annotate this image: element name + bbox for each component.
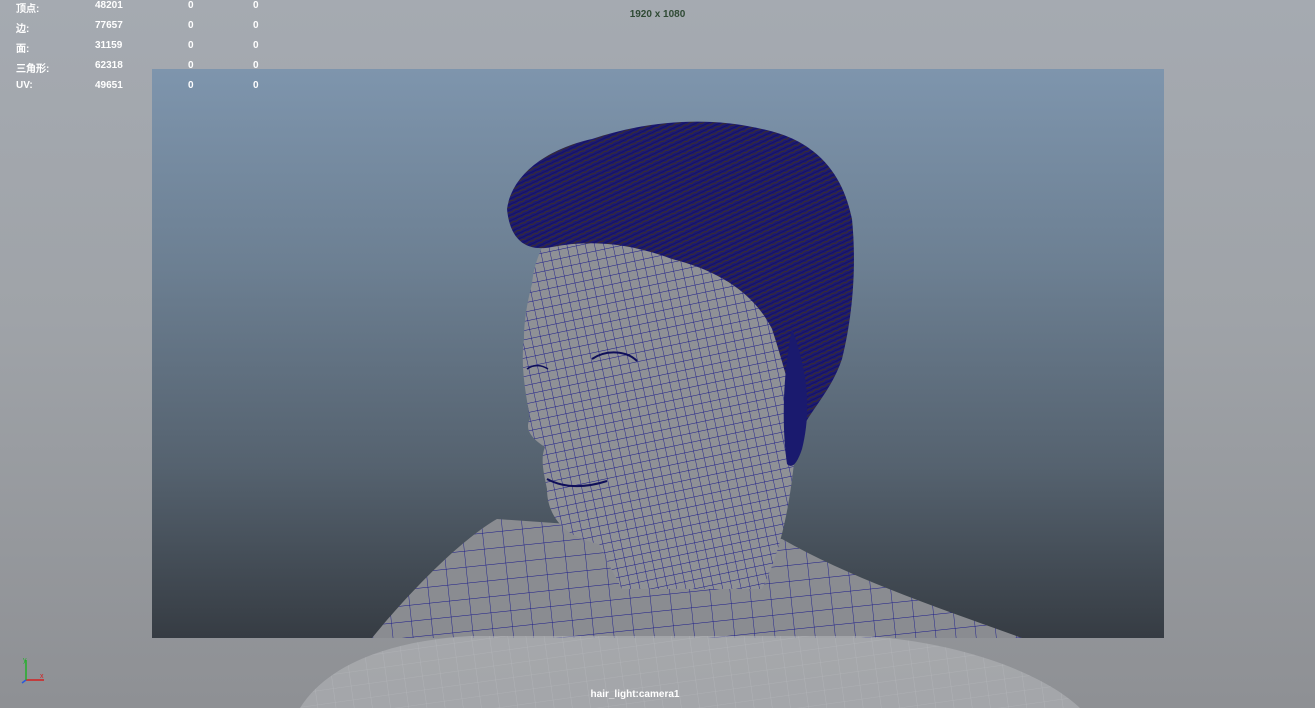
- poly-count-value: 0: [188, 0, 194, 11]
- poly-count-label: 边:: [16, 24, 30, 35]
- poly-count-value: 0: [188, 40, 194, 51]
- poly-count-value: 77657: [95, 20, 123, 31]
- poly-count-label: 三角形:: [16, 64, 50, 75]
- camera-name-label: hair_light:camera1: [590, 689, 680, 700]
- poly-count-label: 面:: [16, 44, 30, 55]
- poly-count-value: 62318: [95, 60, 123, 71]
- poly-count-value: 48201: [95, 0, 123, 11]
- poly-count-value: 0: [253, 80, 259, 91]
- poly-count-label: 顶点:: [16, 4, 40, 15]
- poly-count-value: 31159: [95, 40, 123, 51]
- poly-count-value: 0: [253, 40, 259, 51]
- poly-count-value: 0: [188, 80, 194, 91]
- mesh-outside-gate: [300, 636, 1080, 708]
- poly-count-value: 0: [253, 60, 259, 71]
- poly-count-value: 0: [253, 20, 259, 31]
- svg-text:x: x: [40, 673, 44, 680]
- poly-count-value: 0: [253, 0, 259, 11]
- poly-count-label: UV:: [16, 80, 33, 91]
- resolution-gate-label: 1920 x 1080: [629, 9, 686, 20]
- poly-count-value: 0: [188, 60, 194, 71]
- xyz-axis-icon: x y: [21, 657, 44, 684]
- poly-count-value: 0: [188, 20, 194, 31]
- svg-text:y: y: [23, 657, 27, 664]
- poly-count-value: 49651: [95, 80, 123, 91]
